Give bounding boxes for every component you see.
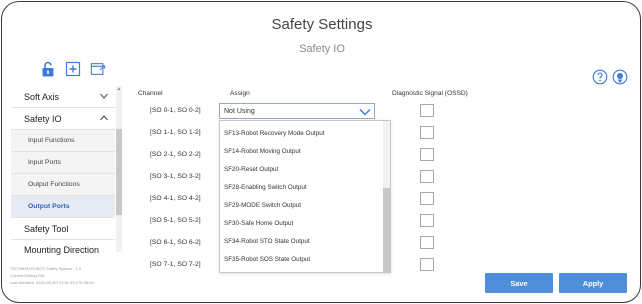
- eye-icon[interactable]: [612, 69, 628, 85]
- page-subtitle: Safety IO: [299, 43, 345, 55]
- channel-cell: [SO 5-1, SO 5-2]: [150, 217, 201, 224]
- dropdown-option[interactable]: SF35-Robot SOS State Output: [220, 250, 384, 268]
- sidebar-item-output-ports[interactable]: Output Ports: [11, 196, 115, 218]
- system-version: TECHMAN ROBOT Safety System : 1.3: [10, 266, 81, 271]
- dropdown-option[interactable]: SF14-Robot Moving Output: [220, 142, 384, 160]
- page-title: Safety Settings: [271, 16, 373, 33]
- diagnostic-header: Diagnostic Signal (OSSD): [392, 90, 468, 97]
- ossd-checkbox[interactable]: [420, 148, 434, 161]
- sidebar-item-safety-io[interactable]: Safety IO: [11, 108, 115, 130]
- add-file-icon[interactable]: [65, 61, 81, 77]
- dropdown-option[interactable]: SF34-Robot STO State Output: [220, 232, 384, 250]
- ossd-checkbox[interactable]: [420, 258, 434, 271]
- toolbar: [40, 61, 106, 79]
- channel-cell: [SO 2-1, SO 2-2]: [150, 151, 201, 158]
- sidebar-item-label: Safety Tool: [24, 223, 69, 234]
- assign-select-value: Not Using: [224, 107, 255, 115]
- chevron-up-icon: [100, 114, 108, 120]
- channel-header: Channel: [138, 90, 163, 97]
- channel-cell: [SO 7-1, SO 7-2]: [150, 261, 201, 268]
- safety-settings-window: Safety Settings Safety IO Soft Axis Safe…: [1, 1, 641, 303]
- chevron-down-icon: [359, 108, 371, 116]
- sidebar-item-soft-axis[interactable]: Soft Axis: [11, 86, 115, 108]
- assign-select[interactable]: Not Using: [219, 103, 375, 119]
- save-button[interactable]: Save: [485, 273, 553, 293]
- scrollbar-thumb[interactable]: [383, 188, 390, 272]
- dropdown-option[interactable]: SF29-MODE Switch Output: [220, 196, 384, 214]
- channel-cell: [SO 3-1, SO 3-2]: [150, 173, 201, 180]
- ossd-checkbox[interactable]: [420, 236, 434, 249]
- sidebar-item-output-functions[interactable]: Output Functions: [11, 174, 115, 196]
- sidebar: Soft Axis Safety IO Input Functions Inpu…: [11, 86, 122, 260]
- sidebar-item-input-functions[interactable]: Input Functions: [11, 130, 115, 152]
- sidebar-item-input-ports[interactable]: Input Ports: [11, 152, 115, 174]
- sidebar-scrollbar[interactable]: ▲: [116, 86, 122, 252]
- channel-cell: [SO 6-1, SO 6-2]: [150, 239, 201, 246]
- sidebar-item-label: Safety IO: [24, 113, 62, 124]
- question-circle-icon[interactable]: [592, 69, 608, 85]
- open-file-icon[interactable]: [90, 61, 106, 77]
- ossd-checkbox[interactable]: [420, 104, 434, 117]
- last-modified: Last Modified: 2020-08-30T13:51:53.279-0…: [10, 280, 94, 285]
- dropdown-option[interactable]: SF20-Reset Output: [220, 160, 384, 178]
- dropdown-option[interactable]: SF28-Enabling Switch Output: [220, 178, 384, 196]
- ossd-checkbox[interactable]: [420, 214, 434, 227]
- sidebar-item-label: Output Functions: [28, 181, 80, 188]
- channel-cell: [SO 0-1, SO 0-2]: [150, 107, 201, 114]
- chevron-down-icon: [100, 93, 108, 99]
- channel-cell: [SO 1-1, SO 1-2]: [150, 129, 201, 136]
- sidebar-item-label: Input Functions: [28, 137, 75, 144]
- ossd-checkbox[interactable]: [420, 192, 434, 205]
- dropdown-scrollbar[interactable]: [383, 121, 390, 272]
- ossd-checkbox[interactable]: [420, 170, 434, 183]
- scrollbar-thumb[interactable]: [116, 129, 122, 215]
- sidebar-item-label: Input Ports: [28, 159, 61, 166]
- ossd-checkbox[interactable]: [420, 126, 434, 139]
- dropdown-option[interactable]: SF13-Robot Recovery Mode Output: [220, 124, 384, 142]
- dropdown-option[interactable]: SF30-Safe Home Output: [220, 214, 384, 232]
- assign-header: Assign: [230, 90, 250, 97]
- sidebar-item-safety-tool[interactable]: Safety Tool: [11, 218, 115, 240]
- scroll-up-icon[interactable]: ▲: [116, 87, 122, 92]
- apply-button[interactable]: Apply: [559, 273, 627, 293]
- sidebar-item-label: Output Ports: [28, 203, 70, 210]
- sidebar-item-label: Mounting Direction: [24, 245, 100, 255]
- assign-dropdown-list: SF13-Robot Recovery Mode Output SF14-Rob…: [219, 120, 391, 273]
- channel-cell: [SO 4-1, SO 4-2]: [150, 195, 201, 202]
- sidebar-item-label: Soft Axis: [24, 91, 60, 102]
- editing-file: Current Editing File:: [10, 273, 46, 278]
- unlock-icon[interactable]: [40, 61, 56, 77]
- sidebar-item-mounting-direction[interactable]: Mounting Direction: [11, 240, 115, 260]
